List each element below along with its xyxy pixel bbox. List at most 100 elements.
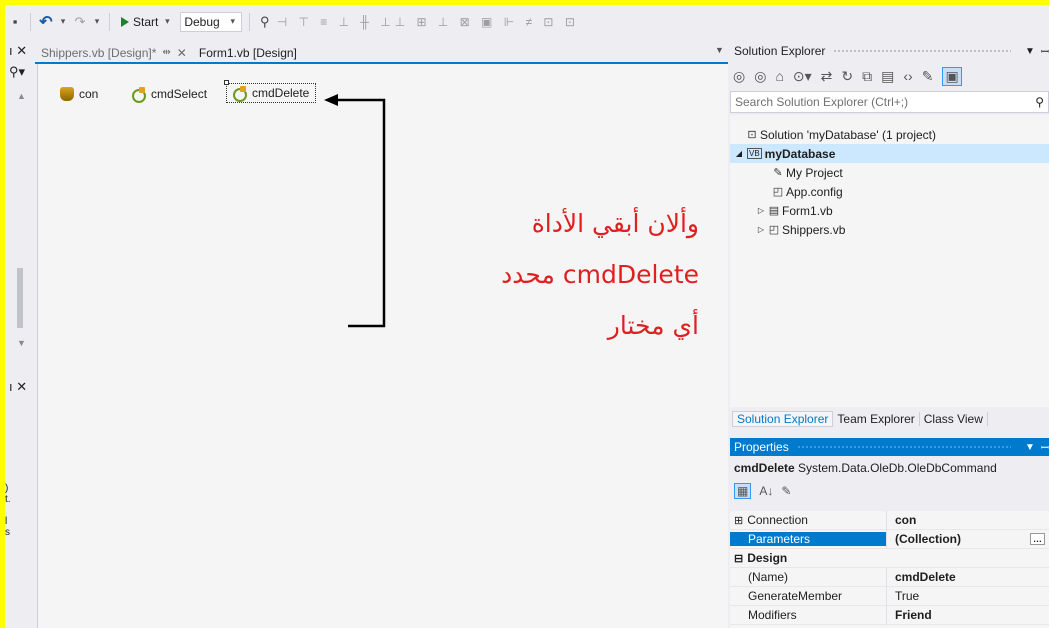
home-icon[interactable]: ⌂ [775,68,783,84]
form-icon: ▤ [768,205,780,217]
property-name: ⊞ Connection [734,513,808,527]
sync-icon[interactable]: ⇄ [821,68,833,85]
view-code-icon[interactable]: ‹› [903,68,912,84]
tree-label: App.config [786,184,843,199]
category-name: ⊟ Design [734,551,788,565]
undo-icon[interactable]: ↶ [38,13,54,31]
property-value[interactable]: Friend [886,605,1049,625]
tree-label: My Project [786,165,843,180]
window-menu-icon[interactable]: ▼ [1025,442,1035,453]
toolbar-separator [109,12,110,31]
collapse-icon[interactable]: ⊟ [734,553,743,565]
close-icon[interactable]: ı ✕ [9,43,27,59]
properties-toolbar: ▦ A↓ ✎ [734,483,791,499]
pin-icon[interactable]: ꟷ [1041,44,1049,58]
solution-explorer-toolbar: ◎ ◎ ⌂ ⊙▾ ⇄ ↻ ⧉ ▤ ‹› ✎ ▣ [733,65,962,87]
property-row[interactable]: GenerateMember True [730,586,1049,606]
save-all-icon[interactable]: ▪ [7,13,23,31]
solution-explorer-tabs: Solution Explorer Team Explorer Class Vi… [732,409,988,429]
config-file-icon: ◰ [772,186,784,198]
solution-search-input[interactable]: Search Solution Explorer (Ctrl+;) ⚲ [730,91,1049,113]
refresh-icon[interactable]: ↻ [841,68,853,85]
property-row[interactable]: ⊞ Connection con [730,510,1049,530]
tree-label: myDatabase [764,146,836,161]
solution-tree: ⊡ Solution 'myDatabase' (1 project) ◢ VB… [730,115,1049,407]
expand-icon[interactable]: ▷ [756,225,766,234]
property-category[interactable]: ⊟ Design [730,549,1049,568]
scroll-down-icon[interactable]: ▼ [17,338,26,348]
ide-window: ▪ ↶ ▾ ↷ ▾ Start ▾ Debug ▾ ⚲ ⊣ ⊤ ≡ ⊥ ╫ ⊥⊥… [5,5,1049,628]
property-value[interactable]: True [886,586,1049,606]
pending-changes-icon[interactable]: ⊙▾ [793,68,812,85]
annotation-arrow [324,94,386,328]
component-tray[interactable]: con cmdSelect cmdDelete وألان أبقي الأدا… [37,64,728,628]
grip-dots [833,48,1011,54]
property-value[interactable]: (Collection) … [886,529,1049,549]
close-icon[interactable]: ı ✕ [9,379,27,395]
solution-explorer-header: Solution Explorer ▼ ꟷ [730,42,1049,60]
property-row[interactable]: Modifiers Friend [730,605,1049,625]
layout-toolbar-icons: ⊣ ⊤ ≡ ⊥ ╫ ⊥⊥ ⊞ ⊥ ⊠ ▣ ⊩ ≠ ⊡ ⊡ [276,14,579,29]
categorized-icon[interactable]: ▦ [734,483,752,499]
view-designer-icon[interactable]: ▣ [942,66,962,86]
collapse-icon[interactable]: ◢ [734,149,744,158]
tree-label: Shippers.vb [782,222,846,237]
main-toolbar: ▪ ↶ ▾ ↷ ▾ Start ▾ Debug ▾ ⚲ ⊣ ⊤ ≡ ⊥ ╫ ⊥⊥… [5,5,1049,38]
tree-item-my-project[interactable]: ✎ My Project [730,163,1049,182]
tree-item-shippers[interactable]: ▷ ◰ Shippers.vb [730,220,1049,239]
alphabetical-icon[interactable]: A↓ [759,484,773,498]
properties-object-selector[interactable]: cmdDelete System.Data.OleDb.OleDbCommand [734,461,997,475]
scrollbar-thumb[interactable] [17,268,23,328]
tab-team-explorer[interactable]: Team Explorer [833,412,920,426]
pin-icon[interactable]: ꟷ [1041,440,1049,454]
search-icon[interactable]: ⚲▾ [9,64,25,80]
tree-item-app-config[interactable]: ◰ App.config [730,182,1049,201]
start-label: Start [133,14,159,29]
annotation-line-1: وألان أبقي الأداة [531,209,699,238]
start-dropdown-icon: ▾ [165,16,170,26]
search-icon[interactable]: ⚲ [1035,95,1044,109]
object-name: cmdDelete [734,461,795,475]
tab-form1-design[interactable]: Form1.vb [Design] [193,43,303,62]
tree-item-solution[interactable]: ⊡ Solution 'myDatabase' (1 project) [730,125,1049,144]
property-row[interactable]: (Name) cmdDelete [730,567,1049,587]
property-grid: ⊞ Connection con Parameters (Collection) … [730,510,1049,628]
tab-solution-explorer[interactable]: Solution Explorer [732,411,834,427]
expand-icon[interactable]: ⊞ [734,515,743,527]
undo-dropdown-icon[interactable]: ▾ [58,13,68,31]
tab-label: Form1.vb [Design] [198,45,297,60]
scroll-up-icon[interactable]: ▲ [17,91,26,101]
ellipsis-button[interactable]: … [1030,533,1045,545]
property-row-selected[interactable]: Parameters (Collection) … [730,529,1049,549]
property-name: GenerateMember [748,589,843,603]
annotation-line-2: cmdDelete محدد [501,260,699,289]
properties-icon[interactable]: ✎ [922,68,934,85]
property-value[interactable]: cmdDelete [886,567,1049,587]
forward-icon[interactable]: ◎ [754,68,766,85]
solution-config-select[interactable]: Debug ▾ [180,11,242,32]
expand-icon[interactable]: ▷ [756,206,766,215]
redo-icon[interactable]: ↷ [72,13,88,31]
close-icon[interactable]: ✕ [177,46,187,60]
tree-item-form1[interactable]: ▷ ▤ Form1.vb [730,201,1049,220]
property-pages-icon[interactable]: ✎ [781,484,791,498]
find-icon[interactable]: ⚲ [257,13,273,31]
redo-dropdown-icon[interactable]: ▾ [92,13,102,31]
tab-class-view[interactable]: Class View [920,412,988,426]
window-menu-icon[interactable]: ▼ [1025,46,1035,57]
back-icon[interactable]: ◎ [733,68,745,85]
tab-list-dropdown-icon[interactable]: ▼ [715,45,724,55]
component-file-icon: ◰ [768,224,780,236]
tree-item-project[interactable]: ◢ VB myDatabase [730,144,1049,163]
annotation-line-3: أي مختار [607,311,699,340]
property-name: Parameters [730,532,886,546]
collapse-all-icon[interactable]: ⧉ [862,68,872,85]
left-tool-strip: ı ✕ ⚲▾ ▲ ▼ ı ✕ ) t. l s [5,38,35,628]
start-button[interactable]: Start ▾ [117,13,176,31]
show-all-files-icon[interactable]: ▤ [881,68,894,85]
solution-explorer-title: Solution Explorer [734,44,826,58]
pin-icon[interactable]: ⇹ [162,47,170,58]
tab-shippers-design[interactable]: Shippers.vb [Design]* ⇹ ✕ [35,43,193,62]
property-value[interactable]: con [886,510,1049,530]
toolbar-separator [248,12,250,31]
